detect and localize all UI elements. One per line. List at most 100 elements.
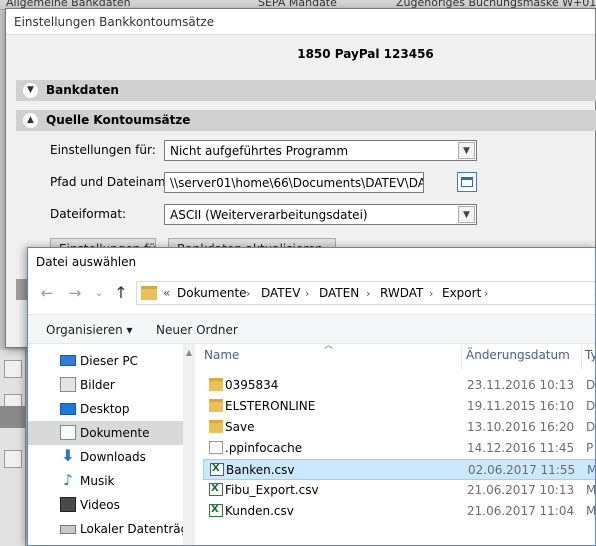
file-type: D (586, 399, 596, 413)
address-bar[interactable]: « Dokumente › DATEV › DATEN › RWDAT › Ex… (136, 281, 595, 305)
up-arrow-icon[interactable]: ↑ (112, 282, 130, 304)
nav-item-musik[interactable]: ♪ Musik (28, 469, 183, 493)
nav-item-label: Desktop (80, 402, 130, 416)
breadcrumb-separator[interactable]: › (366, 287, 370, 300)
file-date: 14.12.2016 11:45 (467, 441, 575, 455)
nav-item-downloads[interactable]: ⬇ Downloads (28, 445, 183, 469)
pfad-input[interactable]: \\server01\home\66\Documents\DATEV\DATEN… (164, 172, 424, 193)
dateiformat-label: Dateiformat: (50, 207, 127, 221)
file-row[interactable]: 0395834 23.11.2016 10:13 D (203, 375, 595, 396)
file-type: P (586, 441, 594, 455)
address-overflow[interactable]: « (163, 286, 170, 300)
breadcrumb-separator[interactable]: › (246, 287, 250, 300)
documents-icon (60, 425, 76, 440)
file-type: M (587, 463, 595, 477)
navigation-pane: Dieser PC Bilder Desktop Dokumente ⬇ Dow… (28, 344, 183, 545)
einstellungen-value: Nicht aufgeführtes Programm (170, 144, 349, 158)
column-header-name[interactable]: Name (204, 348, 239, 368)
nav-item-dieser-pc[interactable]: Dieser PC (28, 349, 183, 373)
nav-item-label: Downloads (80, 450, 146, 464)
file-type: D (586, 420, 596, 434)
file-name: Fibu_Export.csv (225, 483, 319, 497)
file-date: 23.11.2016 10:13 (467, 378, 575, 392)
file-row[interactable]: Save 13.10.2016 16:20 D (203, 417, 596, 438)
file-row[interactable]: ELSTERONLINE 19.11.2015 16:10 D (203, 396, 596, 417)
scroll-up-icon[interactable]: ▲ (183, 348, 195, 357)
breadcrumb-datev[interactable]: DATEV (261, 286, 300, 300)
settings-dialog-title: Einstellungen Bankkontoumsätze (6, 9, 595, 35)
organize-menu-button[interactable]: Organisieren ▾ (46, 323, 133, 337)
file-type: M (586, 483, 596, 497)
nav-item-label: Bilder (80, 378, 115, 392)
nav-item-label: Lokaler Datenträger (C:) (80, 522, 183, 536)
chevron-down-icon[interactable]: ▼ (458, 206, 475, 223)
file-date: 21.06.2017 11:04 (467, 504, 575, 518)
breadcrumb-separator[interactable]: › (305, 287, 309, 300)
folder-icon (141, 286, 157, 300)
background-block (0, 406, 26, 428)
einstellungen-combobox[interactable]: Nicht aufgeführtes Programm ▼ (164, 140, 477, 161)
nav-item-bilder[interactable]: Bilder (28, 373, 183, 397)
sort-ascending-icon: ︿ (324, 341, 334, 351)
breadcrumb-daten[interactable]: DATEN (319, 286, 359, 300)
breadcrumb-separator[interactable]: › (484, 287, 488, 300)
folder-icon (209, 420, 223, 433)
background-side-panel (0, 350, 26, 546)
chevron-down-icon[interactable]: ▼ (458, 142, 475, 159)
file-date: 13.10.2016 16:20 (467, 420, 575, 434)
spreadsheet-icon (209, 504, 223, 517)
file-date: 19.11.2015 16:10 (467, 399, 575, 413)
downloads-icon: ⬇ (61, 446, 75, 465)
einstellungen-label: Einstellungen für: (50, 143, 156, 157)
desktop-icon (60, 403, 76, 415)
forward-arrow-icon[interactable]: → (66, 282, 84, 304)
file-row[interactable]: .ppinfocache 14.12.2016 11:45 P (203, 438, 595, 459)
file-dialog-toolbar: Organisieren ▾ Neuer Ordner (28, 314, 595, 344)
account-heading: 1850 PayPal 123456 (297, 47, 434, 61)
breadcrumb-export[interactable]: Export (442, 286, 481, 300)
column-header-type[interactable]: Typ (585, 348, 595, 368)
breadcrumb-dokumente[interactable]: Dokumente (177, 286, 247, 300)
breadcrumb-separator[interactable]: › (429, 287, 433, 300)
file-date: 21.06.2017 10:13 (467, 483, 575, 497)
section-bankdaten-label: Bankdaten (46, 83, 119, 97)
chevron-down-icon: ▼ (23, 83, 38, 98)
background-row (4, 360, 22, 378)
folder-icon (209, 399, 223, 412)
nav-item-label: Dieser PC (80, 354, 138, 368)
column-divider[interactable] (461, 346, 462, 370)
videos-icon (60, 497, 76, 512)
nav-item-label: Dokumente (80, 426, 150, 440)
new-folder-button[interactable]: Neuer Ordner (156, 323, 238, 337)
file-name: ELSTERONLINE (225, 399, 316, 413)
file-name: 0395834 (225, 378, 279, 392)
file-row-selected[interactable]: Banken.csv 02.06.2017 11:55 M (203, 459, 595, 480)
recent-locations-icon[interactable]: ⌄ (90, 282, 108, 304)
spreadsheet-icon (209, 483, 223, 496)
pfad-label: Pfad und Dateiname: (50, 175, 177, 189)
nav-item-label: Musik (80, 474, 115, 488)
dateiformat-combobox[interactable]: ASCII (Weiterverarbeitungsdatei) ▼ (164, 204, 477, 225)
file-name: .ppinfocache (225, 441, 303, 455)
section-bankdaten[interactable]: ▼ Bankdaten (16, 80, 596, 101)
navigation-pane-scrollbar[interactable]: ▲ (183, 344, 195, 545)
nav-item-label: Videos (80, 498, 120, 512)
breadcrumb-rwdat[interactable]: RWDAT (380, 286, 423, 300)
nav-item-videos[interactable]: Videos (28, 493, 183, 517)
nav-item-dokumente[interactable]: Dokumente (28, 421, 183, 445)
file-row[interactable]: Fibu_Export.csv 21.06.2017 10:13 M (203, 480, 596, 501)
browse-button[interactable] (457, 172, 477, 192)
drive-icon (60, 525, 76, 534)
file-row[interactable]: Kunden.csv 21.06.2017 11:04 M (203, 501, 595, 522)
column-divider[interactable] (581, 346, 582, 370)
spreadsheet-icon (210, 463, 224, 476)
section-quelle-kontoumsaetze[interactable]: ▲ Quelle Kontoumsätze (16, 110, 596, 131)
file-date: 02.06.2017 11:55 (468, 463, 576, 477)
file-name: Save (225, 420, 255, 434)
folder-icon (209, 378, 223, 391)
column-header-date[interactable]: Änderungsdatum (466, 348, 570, 368)
back-arrow-icon[interactable]: ← (38, 282, 56, 304)
address-dropdown-icon[interactable]: ⌄ (592, 286, 595, 300)
nav-item-lokaler-datentraeger[interactable]: Lokaler Datenträger (C:) (28, 517, 183, 541)
nav-item-desktop[interactable]: Desktop (28, 397, 183, 421)
